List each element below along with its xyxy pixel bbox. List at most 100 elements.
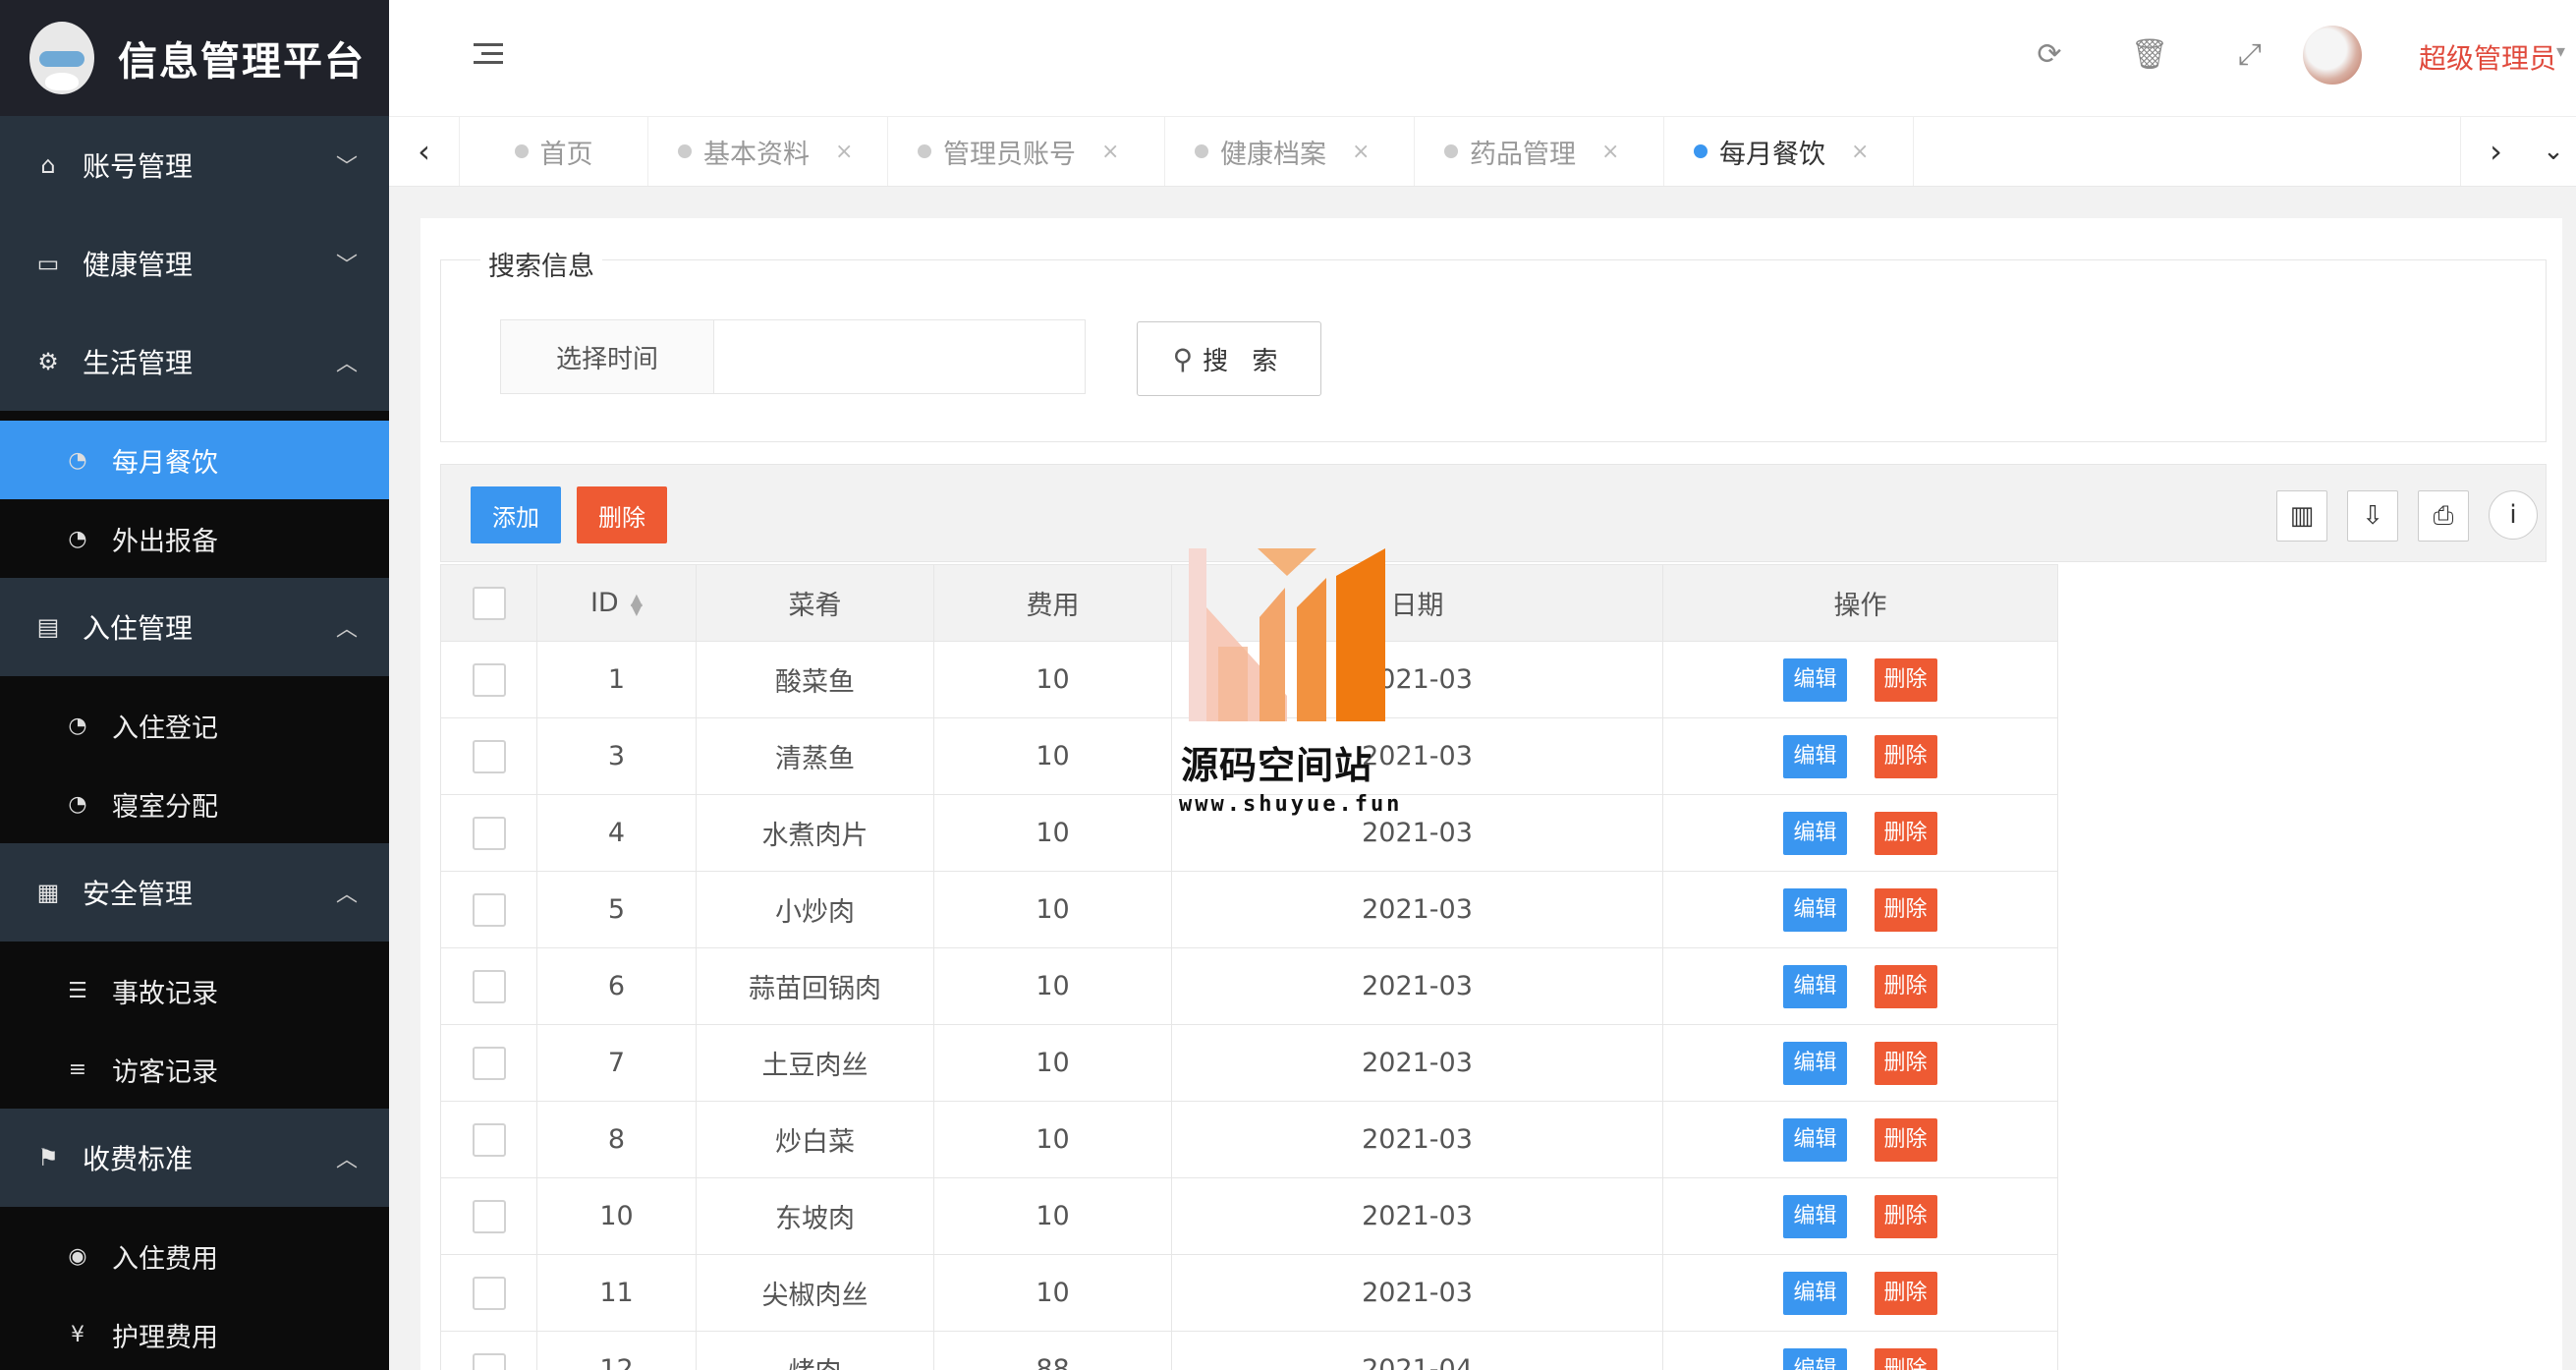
flag-icon: ⚑ [37,1144,59,1171]
select-all-checkbox[interactable] [472,586,506,620]
cell-actions: 编辑 删除 [1662,1101,2058,1178]
edit-button[interactable]: 编辑 [1783,1117,1847,1162]
close-icon[interactable]: × [1352,140,1370,164]
tab-menu-chevron-down-icon[interactable]: ⌄ [2531,117,2576,186]
cell-dish: 小炒肉 [696,871,934,948]
tab-scroll-left-icon[interactable]: ‹ [389,117,460,186]
delete-button[interactable]: 删除 [1874,1041,1937,1085]
tab-medicine-mgmt[interactable]: 药品管理 × [1415,117,1664,186]
close-icon[interactable]: × [1851,140,1869,164]
cell-dish: 尖椒肉丝 [696,1254,934,1332]
tab-scroll-right-icon[interactable]: › [2460,117,2531,186]
export-icon[interactable]: ⇩ [2347,490,2398,542]
sidebar-item-checkin-register[interactable]: ◔ 入住登记 [0,686,389,765]
close-icon[interactable]: × [835,140,853,164]
tab-monthly-meals[interactable]: 每月餐饮 × [1664,117,1914,186]
edit-button[interactable]: 编辑 [1783,811,1847,855]
cell-dish: 炒白菜 [696,1101,934,1178]
row-checkbox[interactable] [472,1122,506,1157]
menu-group-health[interactable]: ▭ 健康管理 ﹀ [0,214,389,313]
user-name[interactable]: 超级管理员 [2419,37,2556,77]
delete-button[interactable]: 删除 [1874,1347,1937,1370]
tab-basic-info[interactable]: 基本资料 × [648,117,888,186]
row-checkbox[interactable] [472,739,506,773]
cell-actions: 编辑 删除 [1662,1177,2058,1255]
add-button[interactable]: 添加 [471,486,561,543]
cell-fee: 88 [933,1331,1172,1370]
columns-filter-icon[interactable]: ▥ [2276,490,2327,542]
close-icon[interactable]: × [1101,140,1119,164]
edit-button[interactable]: 编辑 [1783,1041,1847,1085]
sidebar-item-monthly-meals[interactable]: ◔ 每月餐饮 [0,421,389,499]
row-checkbox[interactable] [472,662,506,697]
sidebar-item-room-assign[interactable]: ◔ 寝室分配 [0,765,389,843]
cell-date: 2021-03 [1171,1177,1663,1255]
cell-date: 2021-03 [1171,871,1663,948]
menu-toggle-icon[interactable] [474,43,503,69]
column-header-id[interactable]: ID ▲ ▼ [536,564,697,642]
tab-health-records[interactable]: 健康档案 × [1165,117,1415,186]
sidebar-item-visitor-records[interactable]: ≡ 访客记录 [0,1030,389,1109]
sidebar-item-outing-report[interactable]: ◔ 外出报备 [0,499,389,578]
tab-admin-accounts[interactable]: 管理员账号 × [888,117,1165,186]
row-checkbox[interactable] [472,892,506,927]
delete-button[interactable]: 删除 [1874,1117,1937,1162]
chevron-up-icon: ︿ [335,883,358,907]
sidebar-item-label: 寝室分配 [112,791,218,823]
list-alt-icon: ☰ [68,978,87,1003]
search-button[interactable]: ⚲ 搜 索 [1137,321,1321,396]
edit-button[interactable]: 编辑 [1783,1271,1847,1315]
trash-icon[interactable]: 🗑 [2130,35,2169,75]
menu-group-life[interactable]: ⚙ 生活管理 ︿ [0,313,389,411]
edit-button[interactable]: 编辑 [1783,1347,1847,1370]
logo-avatar-icon [29,22,94,94]
edit-button[interactable]: 编辑 [1783,657,1847,702]
submenu-fees: ◉ 入住费用 ¥ 护理费用 [0,1207,389,1370]
search-date-input[interactable] [714,319,1086,394]
avatar[interactable] [2303,26,2362,85]
row-checkbox[interactable] [472,1276,506,1310]
caret-down-icon[interactable]: ▾ [2556,41,2565,62]
edit-button[interactable]: 编辑 [1783,1194,1847,1238]
fullscreen-icon[interactable]: ⤢ [2230,35,2269,75]
tab-dot [1195,144,1208,158]
tab-home[interactable]: 首页 [460,117,648,186]
row-checkbox[interactable] [472,969,506,1003]
print-icon[interactable]: ⎙ [2418,490,2469,542]
delete-button[interactable]: 删除 [1874,1194,1937,1238]
tab-label: 药品管理 [1470,139,1576,170]
close-icon[interactable]: × [1601,140,1619,164]
batch-delete-button[interactable]: 删除 [577,486,667,543]
table-toolbar: 添加 删除 ▥ ⇩ ⎙ i [440,464,2547,562]
search-legend: 搜索信息 [480,245,602,283]
delete-button[interactable]: 删除 [1874,811,1937,855]
edit-button[interactable]: 编辑 [1783,964,1847,1008]
sidebar-item-accident-records[interactable]: ☰ 事故记录 [0,951,389,1030]
row-checkbox[interactable] [472,816,506,850]
sidebar: 信息管理平台 ⌂ 账号管理 ﹀ ▭ 健康管理 ﹀ ⚙ 生活管理 ︿ ◔ 每月餐饮… [0,0,389,1370]
row-checkbox-cell [440,871,537,948]
info-icon[interactable]: i [2489,490,2538,540]
dashboard-icon: ◔ [68,713,87,738]
menu-group-fees[interactable]: ⚑ 收费标准 ︿ [0,1109,389,1207]
delete-button[interactable]: 删除 [1874,1271,1937,1315]
delete-button[interactable]: 删除 [1874,657,1937,702]
yen-icon: ¥ [71,1322,84,1347]
cell-id: 8 [536,1101,697,1178]
delete-button[interactable]: 删除 [1874,964,1937,1008]
row-checkbox-cell [440,1177,537,1255]
menu-group-account[interactable]: ⌂ 账号管理 ﹀ [0,116,389,214]
edit-button[interactable]: 编辑 [1783,734,1847,778]
edit-button[interactable]: 编辑 [1783,887,1847,932]
sidebar-item-checkin-fees[interactable]: ◉ 入住费用 [0,1217,389,1295]
sidebar-item-care-fees[interactable]: ¥ 护理费用 [0,1295,389,1370]
sort-icon[interactable]: ▲ ▼ [631,591,643,616]
delete-button[interactable]: 删除 [1874,734,1937,778]
delete-button[interactable]: 删除 [1874,887,1937,932]
menu-group-checkin[interactable]: ▤ 入住管理 ︿ [0,578,389,676]
menu-group-safety[interactable]: ▦ 安全管理 ︿ [0,843,389,942]
row-checkbox[interactable] [472,1199,506,1233]
row-checkbox[interactable] [472,1046,506,1080]
refresh-icon[interactable]: ⟳ [2030,35,2069,75]
row-checkbox[interactable] [472,1352,506,1370]
